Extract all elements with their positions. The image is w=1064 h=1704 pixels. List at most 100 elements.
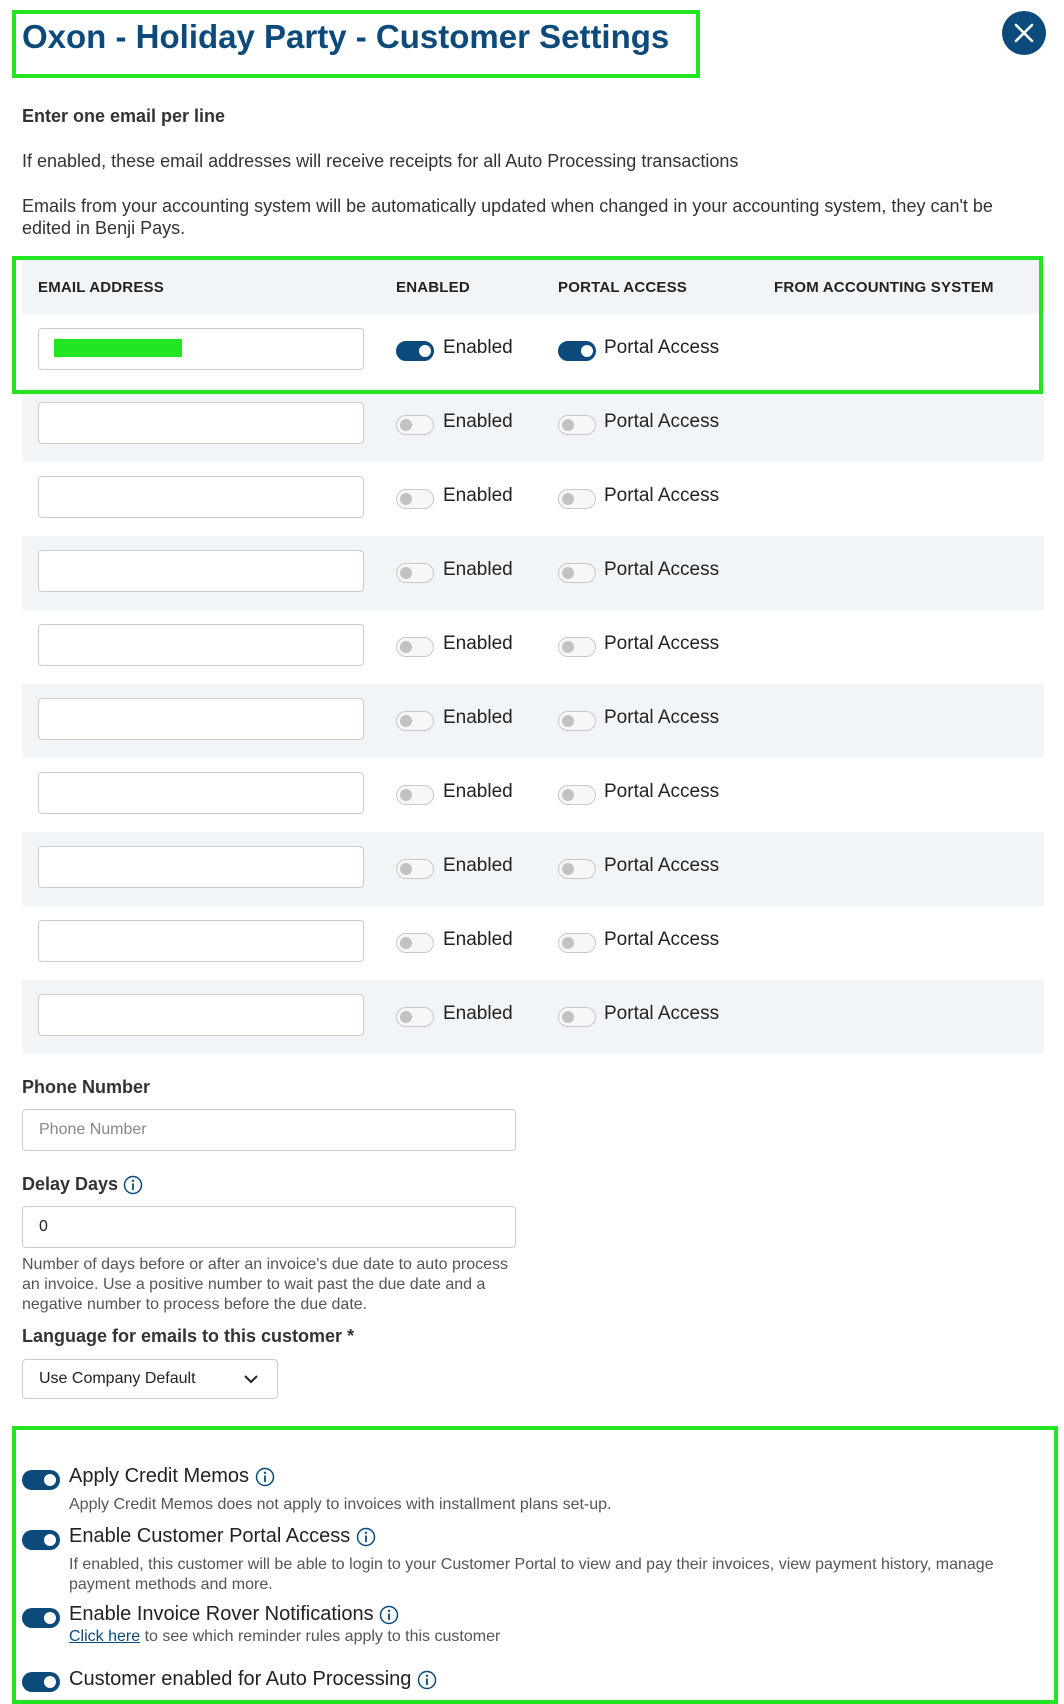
toggle-knob <box>581 345 593 357</box>
portal-access-toggle[interactable] <box>558 415 596 435</box>
toggle-knob <box>562 937 574 949</box>
portal-access-toggle[interactable] <box>558 785 596 805</box>
chevron-down-icon <box>244 1375 258 1384</box>
enabled-toggle[interactable] <box>396 637 434 657</box>
enabled-toggle[interactable] <box>396 1007 434 1027</box>
reminder-rules-link[interactable]: Click here <box>69 1628 140 1645</box>
col-email-address: EMAIL ADDRESS <box>38 278 164 296</box>
enabled-toggle[interactable] <box>396 859 434 879</box>
phone-label: Phone Number <box>22 1077 151 1097</box>
portal-access-toggle[interactable] <box>558 341 596 361</box>
info-icon[interactable] <box>356 1527 376 1547</box>
accounting-note: Emails from your accounting system will … <box>22 196 993 238</box>
toggle-knob <box>562 419 574 431</box>
portal-access-toggle[interactable] <box>558 711 596 731</box>
customer-portal-access-row: Enable Customer Portal Access <box>69 1525 376 1548</box>
apply-credit-memos-toggle[interactable] <box>22 1470 60 1490</box>
email-input[interactable] <box>38 920 364 962</box>
portal-access-label: Portal Access <box>604 1003 720 1024</box>
portal-access-label: Portal Access <box>604 929 720 950</box>
toggle-knob <box>562 789 574 801</box>
customer-portal-access-toggle[interactable] <box>22 1530 60 1550</box>
toggle-knob <box>44 1612 56 1624</box>
email-input[interactable] <box>38 846 364 888</box>
delay-days-label-row: Delay Days <box>22 1174 143 1195</box>
info-icon[interactable] <box>123 1175 143 1195</box>
delay-days-input[interactable] <box>22 1206 516 1248</box>
enabled-label: Enabled <box>443 559 513 580</box>
close-icon <box>1014 23 1034 43</box>
phone-input[interactable] <box>22 1109 516 1151</box>
apply-credit-memos-row: Apply Credit Memos <box>69 1465 275 1488</box>
close-button[interactable] <box>1002 11 1046 55</box>
info-icon[interactable] <box>417 1670 437 1690</box>
toggle-knob <box>562 715 574 727</box>
portal-access-toggle[interactable] <box>558 637 596 657</box>
language-select[interactable]: Use Company Default <box>22 1359 278 1399</box>
enabled-toggle[interactable] <box>396 563 434 583</box>
enabled-toggle[interactable] <box>396 933 434 953</box>
redaction-mark <box>54 339 182 357</box>
email-input[interactable] <box>38 624 364 666</box>
toggle-knob <box>562 493 574 505</box>
enabled-toggle[interactable] <box>396 415 434 435</box>
toggle-knob <box>562 641 574 653</box>
enabled-label: Enabled <box>443 485 513 506</box>
email-input[interactable] <box>38 698 364 740</box>
delay-days-label: Delay Days <box>22 1174 119 1194</box>
email-instruction: Enter one email per line <box>22 106 226 126</box>
toggle-knob <box>400 419 412 431</box>
page-title: Oxon - Holiday Party - Customer Settings <box>22 18 670 55</box>
receipts-note: If enabled, these email addresses will r… <box>22 151 739 171</box>
enabled-label: Enabled <box>443 1003 513 1024</box>
portal-access-toggle[interactable] <box>558 489 596 509</box>
email-input[interactable] <box>38 402 364 444</box>
portal-access-label: Portal Access <box>604 781 720 802</box>
table-row: Enabled Portal Access <box>22 758 1044 832</box>
toggle-knob <box>400 863 412 875</box>
table-row: Enabled Portal Access <box>22 684 1044 758</box>
delay-days-help: Number of days before or after an invoic… <box>22 1256 508 1313</box>
table-row: Enabled Portal Access <box>22 462 1044 536</box>
portal-access-toggle[interactable] <box>558 1007 596 1027</box>
portal-access-label: Portal Access <box>604 707 720 728</box>
portal-access-label: Portal Access <box>604 411 720 432</box>
email-table: EMAIL ADDRESS ENABLED PORTAL ACCESS FROM… <box>22 260 1044 1054</box>
enabled-label: Enabled <box>443 855 513 876</box>
portal-access-toggle[interactable] <box>558 563 596 583</box>
email-input[interactable] <box>38 994 364 1036</box>
toggle-knob <box>562 863 574 875</box>
portal-access-toggle[interactable] <box>558 859 596 879</box>
invoice-rover-notifications-toggle[interactable] <box>22 1608 60 1628</box>
enabled-label: Enabled <box>443 337 513 358</box>
portal-access-toggle[interactable] <box>558 933 596 953</box>
toggle-knob <box>419 345 431 357</box>
email-input[interactable] <box>38 550 364 592</box>
language-label: Language for emails to this customer * <box>22 1326 355 1346</box>
enabled-toggle[interactable] <box>396 785 434 805</box>
enabled-toggle[interactable] <box>396 489 434 509</box>
portal-access-label: Portal Access <box>604 559 720 580</box>
info-icon[interactable] <box>255 1467 275 1487</box>
auto-processing-toggle[interactable] <box>22 1672 60 1692</box>
enabled-toggle[interactable] <box>396 711 434 731</box>
customer-portal-access-description: If enabled, this customer will be able t… <box>69 1556 994 1593</box>
enabled-label: Enabled <box>443 411 513 432</box>
portal-access-label: Portal Access <box>604 485 720 506</box>
table-row: Enabled Portal Access <box>22 610 1044 684</box>
email-input[interactable] <box>38 772 364 814</box>
email-input[interactable] <box>38 476 364 518</box>
reminder-rules-text: to see which reminder rules apply to thi… <box>140 1628 501 1645</box>
toggle-knob <box>400 567 412 579</box>
toggle-knob <box>400 789 412 801</box>
col-enabled: ENABLED <box>396 278 470 296</box>
toggle-knob <box>400 641 412 653</box>
enabled-toggle[interactable] <box>396 341 434 361</box>
enabled-label: Enabled <box>443 781 513 802</box>
table-row: Enabled Portal Access <box>22 388 1044 462</box>
toggle-knob <box>44 1676 56 1688</box>
enabled-label: Enabled <box>443 929 513 950</box>
info-icon[interactable] <box>379 1605 399 1625</box>
toggle-knob <box>400 493 412 505</box>
invoice-rover-notifications-row: Enable Invoice Rover Notifications <box>69 1603 399 1626</box>
